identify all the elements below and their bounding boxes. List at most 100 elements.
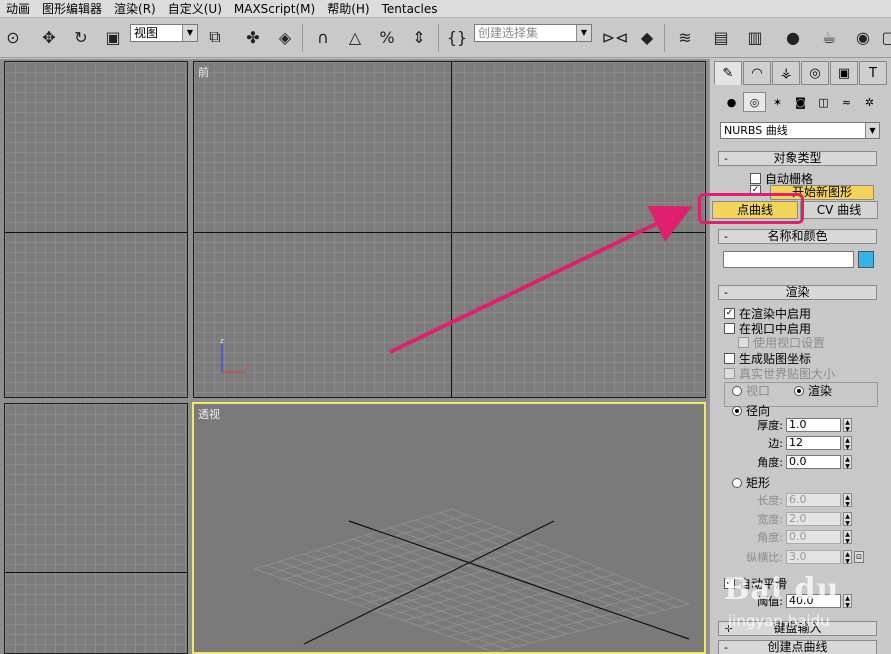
spinner-arrows-icon[interactable]: ▲ ▼ [843,593,852,609]
rotate-icon[interactable]: ↻ [68,24,94,50]
schematic-icon[interactable]: ▥ [742,24,768,50]
checkbox-icon [724,323,735,334]
cameras-icon[interactable]: ◙ [789,92,812,112]
percent-snap-icon[interactable]: % [374,24,400,50]
perspective-grid [253,508,690,652]
systems-icon[interactable]: ✲ [858,92,881,112]
collapse-icon: - [724,641,728,654]
radio-icon [732,385,742,396]
command-panel: ✎ ◠ ⚶ ◎ ▣ T ● ◎ ✶ ◙ ◫ ≈ ✲ NURBS 曲线 ▼ - 对… [709,59,891,654]
angle-spinner[interactable]: 角度: 0.0 ▲ ▼ [728,454,852,470]
modify-tab-icon[interactable]: ◠ [743,61,771,85]
svg-text:z: z [220,337,224,345]
panel-tabs: ✎ ◠ ⚶ ◎ ▣ T [714,61,888,85]
object-name-input[interactable] [723,251,854,268]
viewport-left[interactable] [4,403,188,654]
length-spinner[interactable]: 长度: 6.0 ▲ ▼ [728,492,852,508]
object-color-swatch[interactable] [858,251,874,268]
spinner-snap-icon[interactable]: ⇕ [406,24,432,50]
spinner-arrows-icon[interactable]: ▲ ▼ [843,511,852,527]
snap-icon[interactable]: ∩ [310,24,336,50]
viewport-perspective[interactable]: 透视 [192,402,706,654]
spinner-arrows-icon[interactable]: ▲ ▼ [843,417,852,433]
curve-editor-icon[interactable]: ▤ [708,24,734,50]
menu-customize[interactable]: 自定义(U) [162,0,228,18]
helpers-icon[interactable]: ◫ [812,92,835,112]
layer-icon[interactable]: ≋ [672,24,698,50]
collapse-icon: - [724,152,728,165]
render-setup-icon[interactable]: ☕ [816,24,842,50]
checkbox-icon [750,173,761,184]
aspect-spinner[interactable]: 纵横比: 3.0 ▲ ▼ ⊡ [728,549,864,565]
spinner-arrows-icon[interactable]: ▲ ▼ [843,529,852,545]
sides-spinner[interactable]: 边: 12 ▲ ▼ [728,435,852,451]
name-color-rollout-header[interactable]: - 名称和颜色 [718,229,877,244]
menu-graph-editors[interactable]: 图形编辑器 [36,0,108,18]
angle2-spinner[interactable]: 角度: 0.0 ▲ ▼ [728,529,852,545]
create-subtabs: ● ◎ ✶ ◙ ◫ ≈ ✲ [720,92,881,116]
cv-curve-button[interactable]: CV 曲线 [800,201,878,219]
object-type-rollout-header[interactable]: - 对象类型 [718,151,877,166]
quick-render-icon[interactable]: ▢ [876,24,891,50]
mirror-icon[interactable]: ⊳⊲ [602,24,629,50]
lock-icon[interactable]: ⊡ [854,550,864,563]
render-icon[interactable]: ◉ [850,24,876,50]
radio-selected-icon [794,385,804,396]
viewport-radio[interactable]: 视口 [732,382,770,399]
pivot-icon[interactable]: ⧉ [202,24,228,50]
material-editor-icon[interactable]: ● [780,24,806,50]
highlight-box [698,193,804,224]
checkmark-icon: ✓ [724,308,735,319]
thickness-spinner[interactable]: 厚度: 1.0 ▲ ▼ [728,417,852,433]
collapse-icon: - [724,230,728,243]
named-selection-icon[interactable]: {} [444,24,470,50]
category-dropdown[interactable]: NURBS 曲线 ▼ [720,122,880,139]
watermark-text: jingyan.baidu [728,612,830,630]
toolbar-separator [438,24,439,52]
chevron-down-icon: ▼ [865,123,879,138]
rectangular-radio[interactable]: 矩形 [732,474,770,491]
display-tab-icon[interactable]: ▣ [830,61,858,85]
angle-snap-icon[interactable]: △ [342,24,368,50]
align-icon[interactable]: ◆ [634,24,660,50]
real-world-map-checkbox[interactable]: 真实世界贴图大小 [724,365,835,382]
selection-set-combo[interactable]: 创建选择集 ▼ [474,24,592,42]
main-toolbar: ⊙ ✥ ↻ ▣ 视图 ▼ ⧉ ✤ ◈ ∩ △ % ⇕ {} 创建选择集 ▼ ⊳⊲… [0,18,891,58]
use-viewport-settings-checkbox[interactable]: 使用视口设置 [738,334,825,351]
annotation-arrow-icon [389,205,693,354]
svg-text:x: x [246,362,250,370]
viewport-top[interactable] [4,61,188,398]
checkbox-icon [724,353,735,364]
motion-tab-icon[interactable]: ◎ [801,61,829,85]
spinner-arrows-icon[interactable]: ▲ ▼ [843,549,852,565]
spinner-arrows-icon[interactable]: ▲ ▼ [843,492,852,508]
menu-animation[interactable]: 动画 [0,0,36,18]
spinner-arrows-icon[interactable]: ▲ ▼ [843,454,852,470]
scale-icon[interactable]: ▣ [100,24,126,50]
manipulate-icon[interactable]: ✤ [240,24,266,50]
viewport-label[interactable]: 前 [198,64,209,80]
spinner-arrows-icon[interactable]: ▲ ▼ [843,435,852,451]
chevron-down-icon: ▼ [182,25,197,41]
hierarchy-tab-icon[interactable]: ⚶ [772,61,800,85]
utilities-tab-icon[interactable]: T [859,61,887,85]
keyboard-shortcut-icon[interactable]: ◈ [272,24,298,50]
checkbox-icon [724,368,735,379]
move-icon[interactable]: ✥ [36,24,62,50]
spacewarps-icon[interactable]: ≈ [835,92,858,112]
shapes-icon[interactable]: ◎ [743,92,766,112]
reference-coord-combo[interactable]: 视图 ▼ [130,24,198,42]
width-spinner[interactable]: 宽度: 2.0 ▲ ▼ [728,511,852,527]
create-tab-icon[interactable]: ✎ [714,61,742,85]
create-point-curve-rollout-header[interactable]: - 创建点曲线 [718,640,877,654]
menu-help[interactable]: 帮助(H) [321,0,375,18]
lights-icon[interactable]: ✶ [766,92,789,112]
watermark-logo: Bai du [724,572,840,607]
menu-maxscript[interactable]: MAXScript(M) [228,0,321,18]
rendering-rollout-header[interactable]: - 渲染 [718,285,877,300]
select-link-icon[interactable]: ⊙ [0,24,26,50]
renderer-radio[interactable]: 渲染 [794,382,832,399]
menu-tentacles[interactable]: Tentacles [376,0,444,18]
menu-rendering[interactable]: 渲染(R) [108,0,162,18]
geometry-icon[interactable]: ● [720,92,743,112]
